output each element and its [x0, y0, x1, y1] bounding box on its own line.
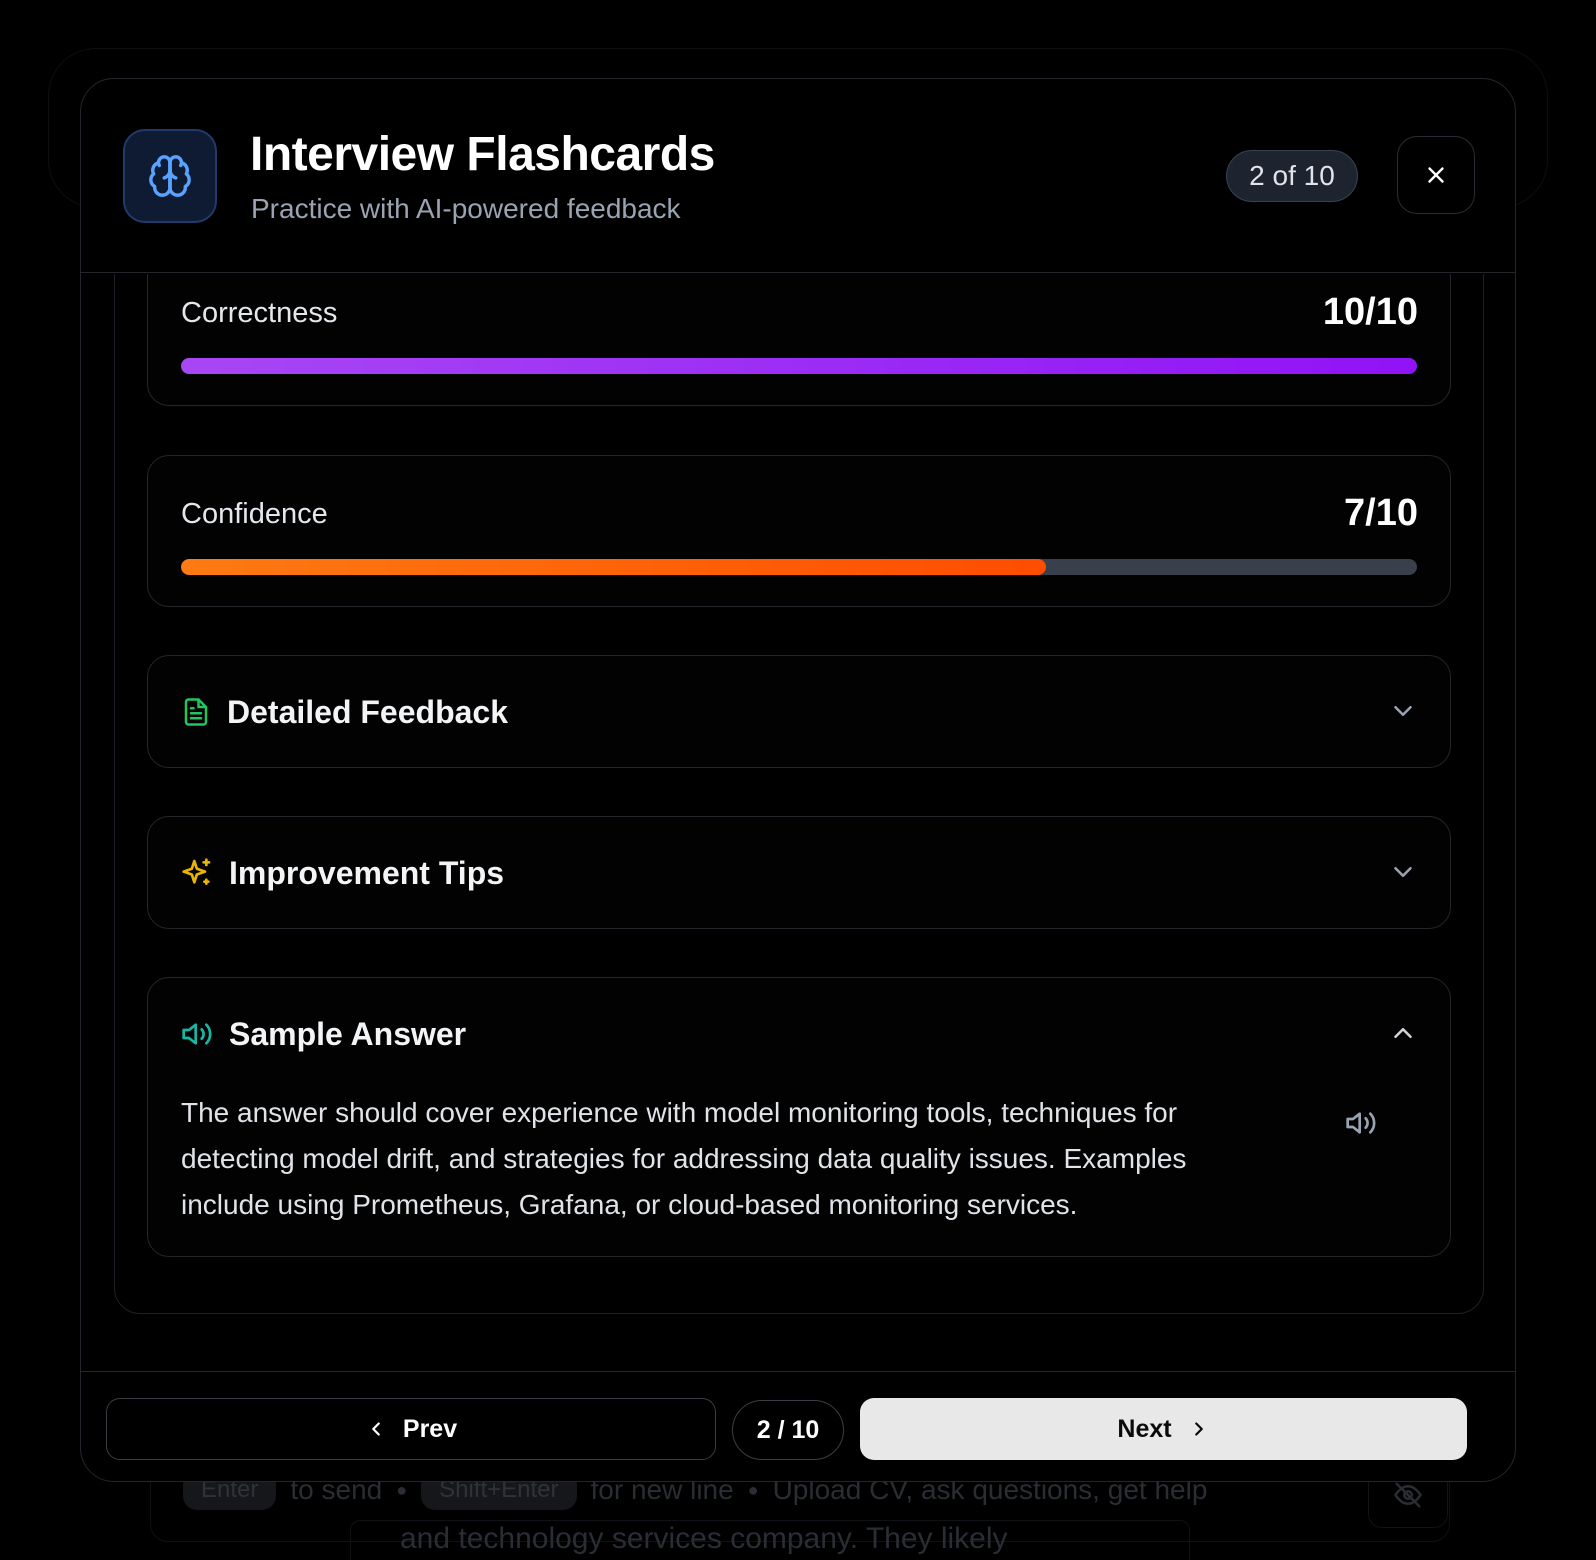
chevron-left-icon — [372, 1422, 380, 1436]
metric-card-confidence: Confidence 7/10 — [147, 455, 1451, 607]
modal-header: Interview Flashcards Practice with AI-po… — [81, 79, 1515, 273]
chevron-down-icon[interactable] — [1388, 857, 1418, 887]
metric-label: Confidence — [181, 498, 328, 530]
section-title: Sample Answer — [229, 1015, 467, 1052]
metric-card-correctness: Correctness 10/10 — [147, 274, 1451, 406]
section-title: Improvement Tips — [229, 854, 505, 891]
background-message-text: and technology services company. They li… — [400, 1522, 1008, 1555]
flashcards-modal: Interview Flashcards Practice with AI-po… — [80, 78, 1516, 1482]
card-counter-badge: 2 of 10 — [1226, 150, 1358, 202]
progress-bar-fill — [181, 559, 1047, 575]
hint-separator: ● — [396, 1479, 408, 1500]
page-title: Interview Flashcards — [250, 128, 715, 181]
progress-bar-track — [181, 559, 1417, 575]
section-improvement-tips[interactable]: Improvement Tips — [147, 816, 1451, 929]
page-indicator: 2 / 10 — [732, 1400, 844, 1460]
sample-answer-text: The answer should cover experience with … — [181, 1097, 1187, 1220]
next-button[interactable]: Next — [860, 1398, 1467, 1460]
close-button[interactable] — [1397, 136, 1475, 214]
section-header[interactable]: Sample Answer — [181, 978, 466, 1090]
sparkles-icon — [182, 858, 211, 885]
prev-button-label: Prev — [402, 1414, 458, 1443]
page-subtitle: Practice with AI-powered feedback — [251, 193, 681, 224]
section-sample-answer[interactable]: Sample Answer The answer should cover ex… — [147, 977, 1451, 1257]
metric-score: 10/10 — [1322, 291, 1418, 333]
chevron-up-icon[interactable] — [1388, 1018, 1418, 1048]
section-header[interactable]: Detailed Feedback — [181, 656, 508, 768]
progress-bar-fill — [181, 358, 1417, 374]
document-icon — [184, 698, 208, 726]
modal-footer: Prev 2 / 10 Next — [81, 1371, 1515, 1481]
section-title: Detailed Feedback — [227, 693, 508, 730]
chevron-down-icon[interactable] — [1388, 696, 1418, 726]
close-icon — [1428, 167, 1444, 183]
prev-button[interactable]: Prev — [106, 1398, 716, 1460]
next-button-label: Next — [1117, 1414, 1172, 1443]
metric-score: 7/10 — [1344, 492, 1418, 534]
section-header[interactable]: Improvement Tips — [181, 817, 504, 929]
read-aloud-button[interactable] — [1343, 1105, 1379, 1141]
feedback-scroll-area[interactable]: Correctness 10/10 Confidence 7/10 Detail… — [81, 274, 1515, 1368]
progress-bar-track — [181, 358, 1417, 374]
section-detailed-feedback[interactable]: Detailed Feedback — [147, 655, 1451, 768]
brain-icon — [123, 129, 217, 223]
hint-separator: ● — [747, 1479, 759, 1500]
speaker-icon — [182, 1023, 212, 1045]
speaker-icon — [1346, 1112, 1376, 1134]
metric-label: Correctness — [181, 297, 338, 329]
chevron-right-icon — [1194, 1422, 1203, 1436]
